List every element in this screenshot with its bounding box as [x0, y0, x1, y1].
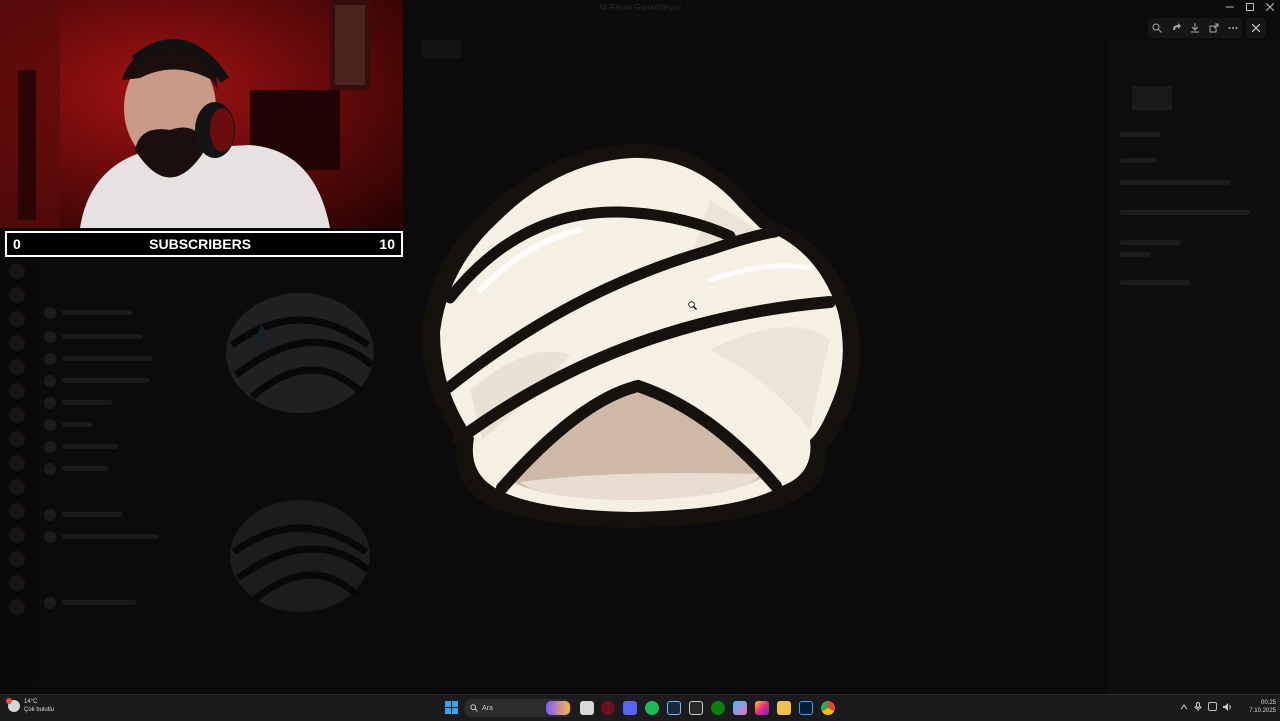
search-icon — [470, 704, 478, 712]
list-item — [8, 395, 168, 411]
list-item — [8, 439, 168, 455]
clock-date: 7.10.2025 — [1249, 708, 1276, 714]
steam-icon[interactable] — [667, 701, 681, 715]
search-input[interactable]: Ara — [464, 699, 572, 717]
window-close-icon[interactable] — [1266, 3, 1274, 11]
zoom-cursor-icon — [688, 301, 697, 310]
rotate-icon[interactable] — [1169, 21, 1183, 35]
taskbar: 14°C Çok bulutlu Ara 00:25 7.10.2025 — [0, 694, 1280, 721]
network-icon[interactable] — [1208, 702, 1217, 711]
maximize-icon[interactable] — [1246, 3, 1254, 11]
system-tray — [1180, 702, 1232, 711]
start-icon[interactable] — [445, 701, 458, 714]
list-item — [8, 507, 168, 523]
list-item — [8, 329, 168, 345]
more-icon[interactable] — [1226, 21, 1240, 35]
download-icon[interactable] — [1188, 21, 1202, 35]
window-title: Nt Resim Görüntüleyici — [599, 3, 681, 12]
opera-icon[interactable] — [601, 701, 615, 715]
weather-widget[interactable]: 14°C Çok bulutlu — [6, 698, 55, 714]
subscriber-goal-count: 10 — [379, 236, 395, 252]
file-explorer-icon[interactable] — [580, 701, 594, 715]
list-item — [8, 529, 168, 545]
clock-time: 00:25 — [1260, 700, 1276, 706]
minimize-icon[interactable] — [1226, 3, 1234, 11]
xbox-icon[interactable] — [711, 701, 725, 715]
background-button — [421, 40, 461, 58]
subscriber-goal-bar: 0 SUBSCRIBERS 10 — [5, 231, 403, 257]
weather-temp: 14°C — [24, 699, 38, 705]
discord-icon[interactable] — [623, 701, 637, 715]
list-item — [8, 595, 168, 611]
list-item — [8, 461, 168, 477]
list-item — [8, 417, 168, 433]
list-item — [8, 351, 168, 367]
right-panel — [1108, 40, 1280, 694]
weather-desc: Çok bulutlu — [24, 707, 55, 713]
member-list — [0, 255, 170, 685]
ghost-turban-emote-2 — [230, 500, 371, 612]
share-icon[interactable] — [1207, 21, 1221, 35]
turban-image — [421, 143, 861, 528]
cloud-icon — [6, 698, 20, 712]
subscriber-current-count: 0 — [13, 236, 21, 252]
chrome-icon[interactable] — [821, 701, 835, 715]
microphone-icon[interactable] — [1194, 702, 1202, 711]
thumbnail-card — [1132, 86, 1172, 110]
chevron-up-icon[interactable] — [1180, 703, 1188, 711]
photoshop-icon[interactable] — [799, 701, 813, 715]
image-viewer-toolbar — [1148, 18, 1242, 38]
list-item — [8, 373, 168, 389]
window-controls — [1220, 0, 1280, 14]
instagram-icon[interactable] — [755, 701, 769, 715]
subscriber-label: SUBSCRIBERS — [149, 236, 252, 252]
search-placeholder: Ara — [482, 704, 493, 712]
copilot-icon[interactable] — [733, 701, 747, 715]
volume-icon[interactable] — [1223, 702, 1232, 711]
epic-games-icon[interactable] — [689, 701, 703, 715]
webcam-feed — [0, 0, 403, 228]
search-highlight-icon — [546, 701, 570, 715]
zoom-in-icon[interactable] — [1150, 21, 1164, 35]
ghost-turban-emote-1 — [226, 293, 375, 413]
list-item — [8, 305, 168, 321]
folder-icon[interactable] — [777, 701, 791, 715]
close-icon[interactable] — [1246, 18, 1266, 38]
clock[interactable]: 00:25 7.10.2025 — [1238, 699, 1276, 715]
spotify-icon[interactable] — [645, 701, 659, 715]
